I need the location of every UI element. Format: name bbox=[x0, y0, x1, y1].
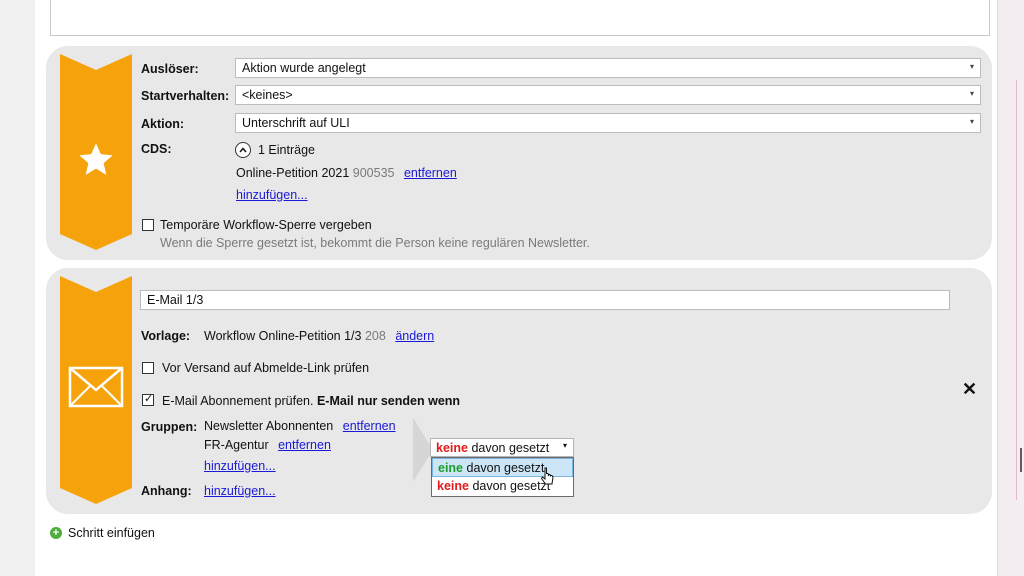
ausloeser-value: Aktion wurde angelegt bbox=[242, 61, 366, 75]
chevron-down-icon: ▾ bbox=[562, 441, 567, 450]
edge-marker bbox=[1020, 448, 1022, 472]
email-name-input[interactable]: E-Mail 1/3 bbox=[140, 290, 950, 310]
cds-item: Online-Petition 2021 900535 entfernen bbox=[236, 166, 457, 180]
chevron-up-icon[interactable] bbox=[235, 142, 251, 158]
right-edge-panel bbox=[997, 0, 1024, 576]
add-step-label: Schritt einfügen bbox=[68, 526, 155, 540]
cds-count: 1 Einträge bbox=[258, 143, 315, 157]
chevron-down-icon: ▾ bbox=[969, 62, 974, 71]
subscription-check-bold: E-Mail nur senden wenn bbox=[316, 394, 461, 408]
subscription-check-row: E-Mail Abonnement prüfen. E-Mail nur sen… bbox=[162, 394, 460, 408]
option-rest: davon gesetzt bbox=[472, 479, 551, 493]
selected-condition-rest: davon gesetzt bbox=[471, 441, 550, 455]
close-icon[interactable]: ✕ bbox=[962, 379, 977, 400]
trigger-step-card: Auslöser: Aktion wurde angelegt ▾ Startv… bbox=[46, 46, 992, 260]
option-rest: davon gesetzt bbox=[466, 461, 545, 475]
vorlage-change-link[interactable]: ändern bbox=[395, 329, 434, 343]
group-row: Newsletter Abonnenten entfernen bbox=[204, 419, 396, 433]
cds-add-link[interactable]: hinzufügen... bbox=[236, 188, 308, 202]
subscription-check-label: E-Mail Abonnement prüfen. bbox=[162, 394, 314, 408]
startverhalten-value: <keines> bbox=[242, 88, 293, 102]
group-remove-link[interactable]: entfernen bbox=[343, 419, 396, 433]
aktion-label: Aktion: bbox=[141, 117, 185, 131]
plus-circle-icon: + bbox=[50, 527, 62, 539]
trigger-step-banner bbox=[60, 54, 132, 250]
groups-add-link[interactable]: hinzufügen... bbox=[204, 459, 276, 473]
star-icon bbox=[60, 140, 132, 180]
envelope-icon bbox=[60, 366, 132, 408]
anhang-add-link[interactable]: hinzufügen... bbox=[204, 484, 276, 498]
cds-remove-link[interactable]: entfernen bbox=[404, 166, 457, 180]
anhang-label: Anhang: bbox=[141, 484, 192, 498]
edge-line bbox=[1016, 80, 1017, 500]
chevron-down-icon: ▾ bbox=[969, 89, 974, 98]
group-remove-link[interactable]: entfernen bbox=[278, 438, 331, 452]
group-row: FR-Agentur entfernen bbox=[204, 438, 331, 452]
chevron-down-icon: ▾ bbox=[969, 117, 974, 126]
option-strong: keine bbox=[437, 479, 469, 493]
previous-text-area[interactable] bbox=[50, 0, 990, 36]
vorlage-value: Workflow Online-Petition 1/3 bbox=[204, 329, 362, 343]
option-strong: eine bbox=[438, 461, 464, 475]
cds-item-id: 900535 bbox=[352, 166, 395, 180]
group-name: FR-Agentur bbox=[204, 438, 269, 452]
gruppen-label: Gruppen: bbox=[141, 420, 198, 434]
vorlage-label: Vorlage: bbox=[141, 329, 191, 343]
subscription-check-checkbox[interactable] bbox=[142, 392, 154, 406]
workflow-lock-label: Temporäre Workflow-Sperre vergeben bbox=[160, 218, 372, 232]
mouse-pointer-icon bbox=[540, 467, 555, 490]
workflow-lock-checkbox[interactable] bbox=[142, 219, 154, 231]
startverhalten-label: Startverhalten: bbox=[141, 89, 230, 103]
email-name-value: E-Mail 1/3 bbox=[147, 293, 204, 307]
aktion-select[interactable]: Unterschrift auf ULI ▾ bbox=[235, 113, 981, 133]
workflow-lock-hint: Wenn die Sperre gesetzt ist, bekommt die… bbox=[160, 236, 590, 250]
ausloeser-select[interactable]: Aktion wurde angelegt ▾ bbox=[235, 58, 981, 78]
ausloeser-label: Auslöser: bbox=[141, 62, 199, 76]
vorlage-id: 208 bbox=[364, 329, 386, 343]
unsubscribe-check-checkbox[interactable] bbox=[142, 362, 154, 374]
startverhalten-select[interactable]: <keines> ▾ bbox=[235, 85, 981, 105]
cds-item-name: Online-Petition 2021 bbox=[236, 166, 350, 180]
add-step-button[interactable]: + Schritt einfügen bbox=[50, 526, 155, 540]
email-step-banner bbox=[60, 276, 132, 504]
unsubscribe-check-label: Vor Versand auf Abmelde-Link prüfen bbox=[162, 361, 370, 375]
group-name: Newsletter Abonnenten bbox=[204, 419, 334, 433]
cds-label: CDS: bbox=[141, 142, 172, 156]
selected-condition-strong: keine bbox=[436, 441, 468, 455]
vorlage-row: Workflow Online-Petition 1/3 208 ändern bbox=[204, 329, 434, 343]
aktion-value: Unterschrift auf ULI bbox=[242, 116, 350, 130]
send-condition-select[interactable]: keine davon gesetzt ▾ bbox=[430, 438, 574, 457]
